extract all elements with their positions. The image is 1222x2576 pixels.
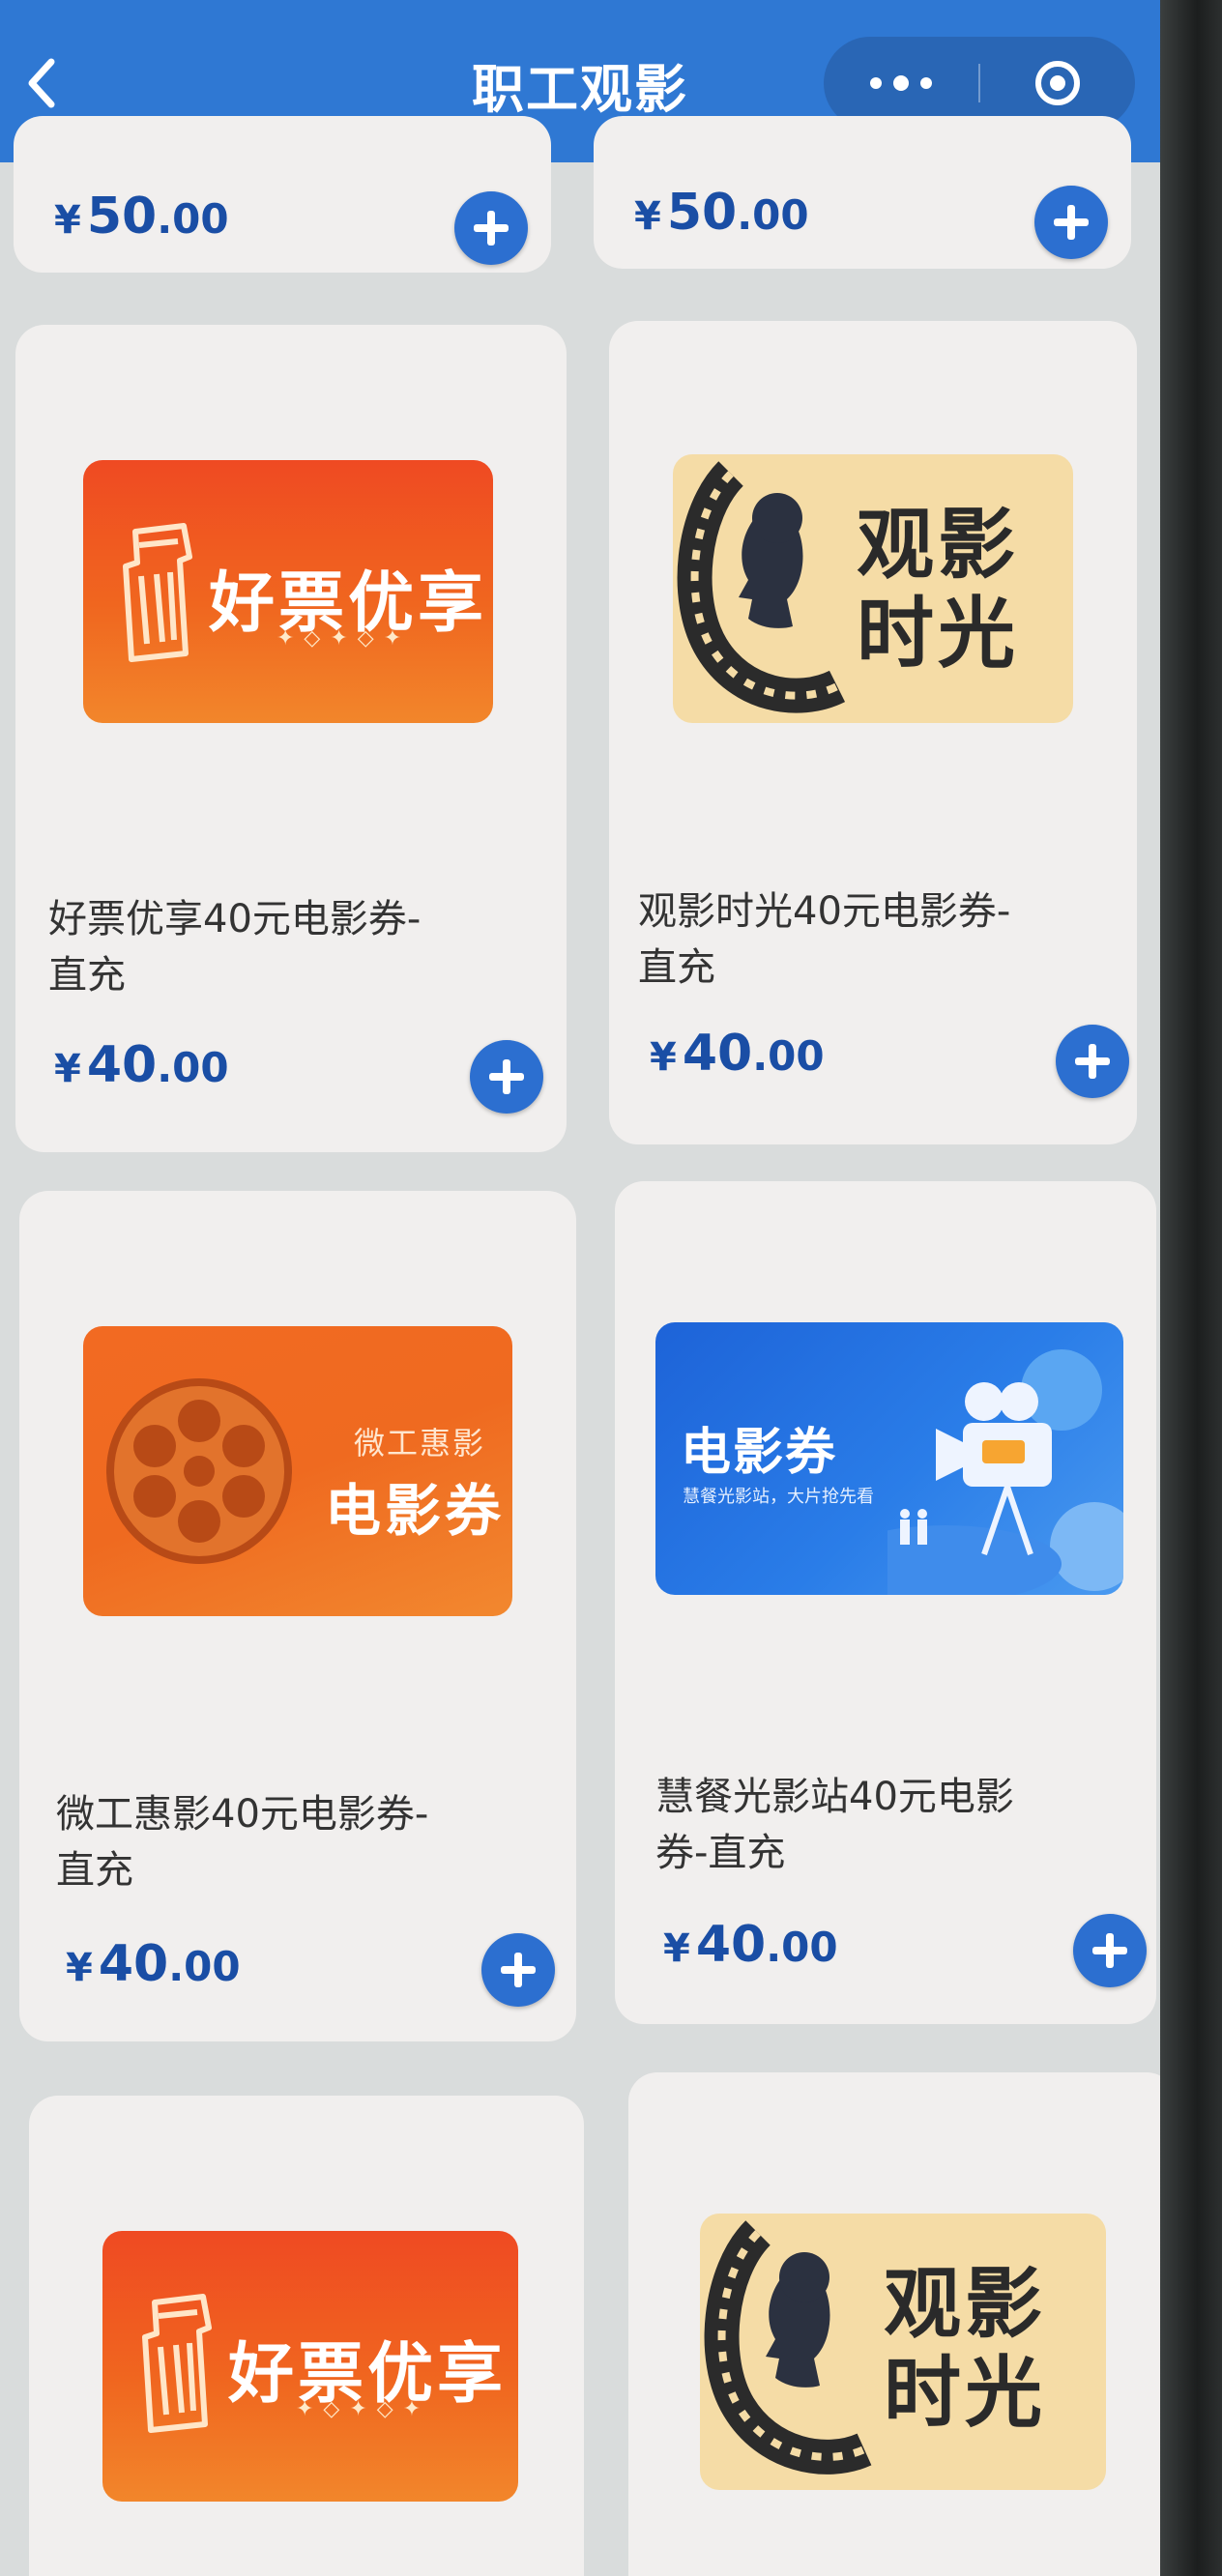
product-card[interactable]: 微工惠影 电影券 微工惠影40元电影券- 直充 ¥40.00 xyxy=(19,1191,576,2041)
add-to-cart-button[interactable] xyxy=(1056,1025,1129,1098)
product-card[interactable]: 观影 时光 xyxy=(628,2072,1160,2576)
ticket-icon xyxy=(112,518,199,667)
product-thumbnail[interactable]: 好票优享 ✦◇✦◇✦ xyxy=(102,2231,518,2502)
film-strip-icon xyxy=(700,2214,893,2490)
product-card[interactable]: ¥50.00 xyxy=(594,116,1131,269)
product-name[interactable]: 观影时光40元电影券- 直充 xyxy=(638,883,1131,996)
film-reel-icon xyxy=(102,1346,315,1601)
product-card[interactable]: 观影 时光 观影时光40元电影券- 直充 ¥40.00 xyxy=(609,321,1137,1144)
movie-camera-icon xyxy=(829,1322,1123,1595)
add-to-cart-button[interactable] xyxy=(481,1933,555,2007)
thumbnail-brand-text: 观影 时光 xyxy=(884,2259,1046,2438)
product-price: ¥40.00 xyxy=(66,1935,241,1993)
thumbnail-title: 电影券 xyxy=(325,1478,506,1544)
product-thumbnail[interactable]: 微工惠影 电影券 xyxy=(83,1326,512,1616)
product-card[interactable]: 好票优享 ✦◇✦◇✦ 好票优享40元电影券- 直充 ¥40.00 xyxy=(15,325,567,1152)
product-price: ¥40.00 xyxy=(650,1025,825,1083)
add-to-cart-button[interactable] xyxy=(470,1040,543,1114)
add-to-cart-button[interactable] xyxy=(1073,1914,1147,1987)
product-name[interactable]: 好票优享40元电影券- 直充 xyxy=(48,891,551,1003)
film-strip-icon xyxy=(673,454,866,723)
product-price: ¥40.00 xyxy=(663,1916,838,1974)
product-thumbnail[interactable]: 电影券 慧餐光影站，大片抢先看 xyxy=(655,1322,1123,1595)
add-to-cart-button[interactable] xyxy=(1034,186,1108,259)
thumbnail-title: 电影券 xyxy=(681,1424,838,1482)
product-thumbnail[interactable]: 好票优享 ✦◇✦◇✦ xyxy=(83,460,493,723)
device-bezel xyxy=(1160,0,1222,2576)
product-thumbnail[interactable]: 观影 时光 xyxy=(700,2214,1106,2490)
thumbnail-brand-text: 观影 时光 xyxy=(857,500,1019,679)
product-card[interactable]: ¥50.00 xyxy=(14,116,551,273)
add-to-cart-button[interactable] xyxy=(454,191,528,265)
product-thumbnail[interactable]: 观影 时光 xyxy=(673,454,1073,723)
sparkle-icon: ✦◇✦◇✦ xyxy=(276,626,412,651)
product-price: ¥50.00 xyxy=(634,184,809,242)
product-name[interactable]: 慧餐光影站40元电影 券-直充 xyxy=(655,1769,1149,1881)
screen: 职工观影 ¥50.00 ¥50.00 好票优享 ✦◇✦◇✦ 好票优享40元电影券… xyxy=(0,0,1160,2576)
sparkle-icon: ✦◇✦◇✦ xyxy=(296,2397,431,2421)
product-price: ¥50.00 xyxy=(54,188,229,246)
thumbnail-subtitle: 微工惠影 xyxy=(354,1425,486,1462)
thumbnail-subtitle: 慧餐光影站，大片抢先看 xyxy=(683,1487,874,1507)
product-name[interactable]: 微工惠影40元电影券- 直充 xyxy=(56,1786,559,1898)
product-card[interactable]: 好票优享 ✦◇✦◇✦ xyxy=(29,2096,584,2576)
product-price: ¥40.00 xyxy=(54,1036,229,1094)
product-card[interactable]: 电影券 慧餐光影站，大片抢先看 慧餐光影站40元电影 券-直充 ¥40.00 xyxy=(615,1181,1156,2024)
ticket-icon xyxy=(131,2289,218,2438)
